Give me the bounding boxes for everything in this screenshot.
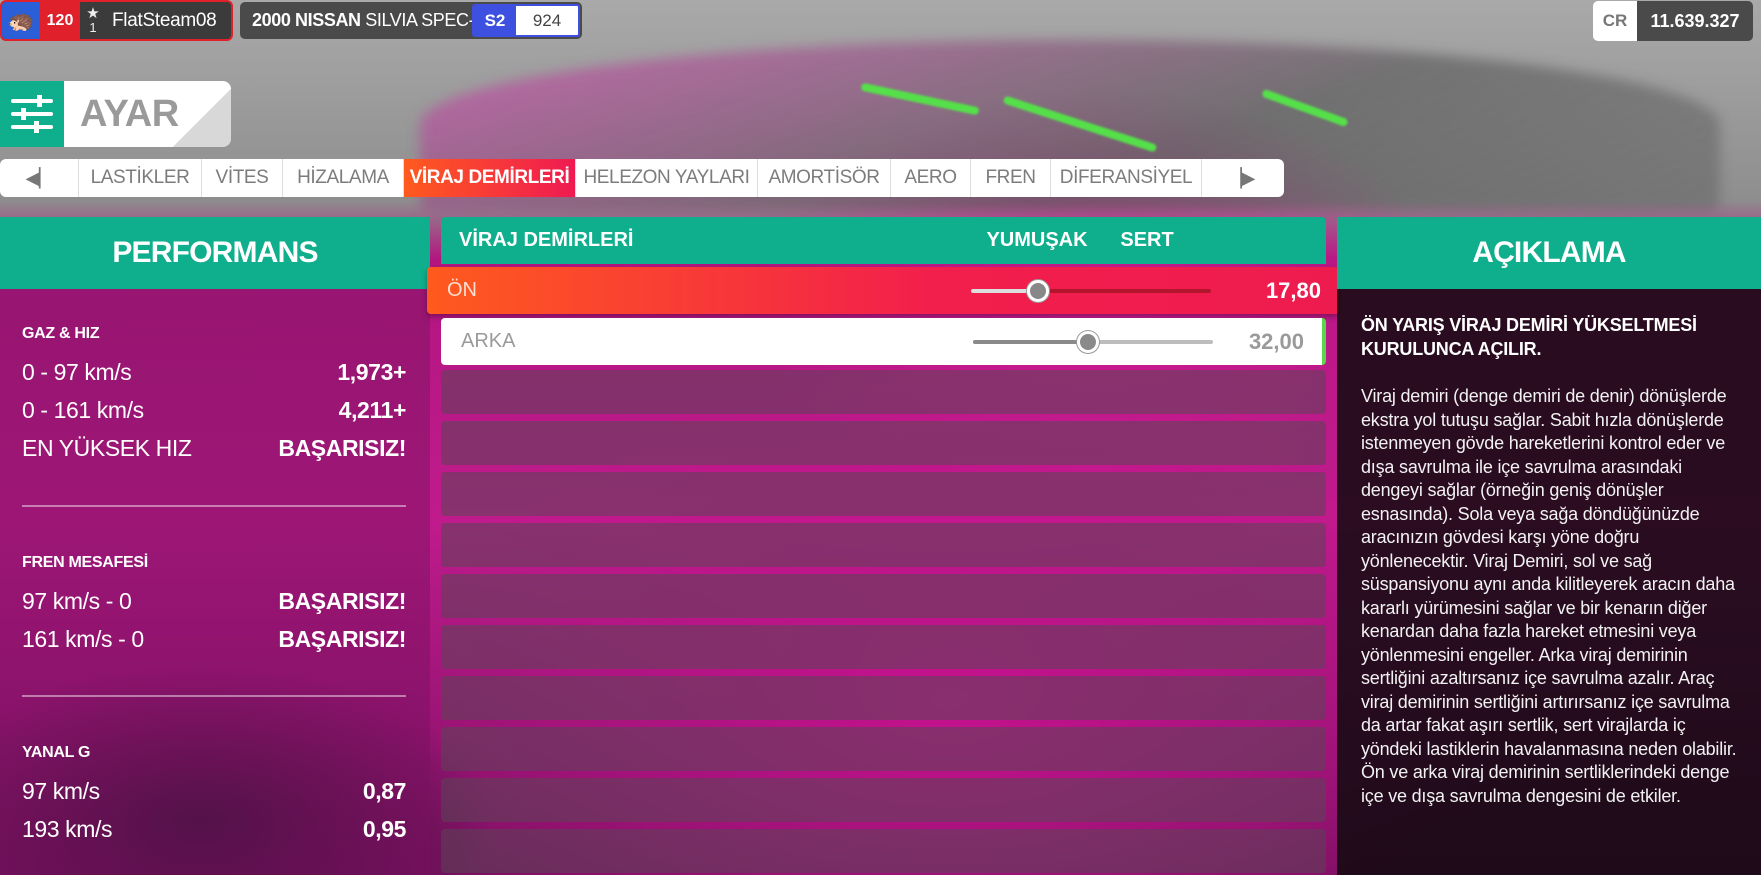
description-body: Viraj demiri (denge demiri de denir) dön… — [1361, 386, 1737, 806]
hard-label: SERT — [1120, 229, 1174, 251]
empty-setting-row — [441, 829, 1326, 873]
tab-aero[interactable]: AERO — [891, 159, 971, 197]
description-header: AÇIKLAMA — [1337, 217, 1761, 289]
performance-header: PERFORMANS — [0, 217, 430, 289]
stat-label: EN YÜKSEK HIZ — [22, 434, 192, 461]
performance-class-badge: S2 924 — [472, 4, 580, 37]
stat-label: 161 km/s - 0 — [22, 625, 144, 652]
stat-row: 97 km/s 0,87 — [22, 772, 406, 810]
page-title: AYAR — [64, 81, 231, 147]
previous-tab-icon[interactable]: ◀▏ — [0, 159, 79, 197]
tuning-tabs: ◀▏ LASTİKLER VİTES HİZALAMA VİRAJ DEMİRL… — [0, 159, 1284, 197]
front-slider[interactable] — [971, 279, 1211, 302]
empty-setting-row — [441, 574, 1326, 618]
empty-setting-row — [441, 676, 1326, 720]
tab-alignment[interactable]: HİZALAMA — [283, 159, 404, 197]
stat-label: 97 km/s — [22, 777, 100, 804]
setting-value: 17,80 — [1265, 277, 1321, 303]
tab-differential[interactable]: DİFERANSİYEL — [1051, 159, 1202, 197]
setting-value: 32,00 — [1248, 328, 1304, 354]
car-model: SILVIA SPEC-R — [365, 10, 472, 30]
car-info-bar: 2000 NISSAN SILVIA SPEC-R S2 924 — [240, 2, 582, 39]
empty-setting-row — [441, 421, 1326, 465]
setting-label: ARKA — [461, 330, 516, 352]
empty-setting-row — [441, 523, 1326, 567]
soft-label: YUMUŞAK — [986, 229, 1088, 251]
description-heading: ÖN YARIŞ VİRAJ DEMİRİ YÜKSELTMESİ KURULU… — [1361, 315, 1697, 359]
tab-brake[interactable]: FREN — [971, 159, 1051, 197]
tab-springs[interactable]: HELEZON YAYLARI — [576, 159, 758, 197]
rear-slider[interactable] — [973, 330, 1213, 353]
stat-label: 0 - 97 km/s — [22, 358, 132, 385]
player-avatar-icon: 🦔 — [2, 2, 40, 39]
performance-panel: GAZ & HIZ 0 - 97 km/s 1,973+ 0 - 161 km/s… — [0, 289, 430, 875]
stat-value: BAŞARISIZ! — [278, 587, 406, 614]
divider — [22, 505, 406, 507]
car-class: S2 — [474, 6, 516, 35]
car-pi: 924 — [516, 6, 578, 35]
empty-setting-row — [441, 778, 1326, 822]
slider-knob[interactable] — [1027, 279, 1050, 302]
section-title: FREN MESAFESİ — [22, 554, 148, 571]
page-header: AYAR — [0, 81, 231, 147]
stat-value: 1,973+ — [337, 358, 406, 385]
star-rank-icon: ★ 1 — [80, 6, 106, 35]
stat-row: 161 km/s - 0 BAŞARISIZ! — [22, 620, 406, 658]
empty-setting-row — [441, 727, 1326, 771]
empty-setting-row — [441, 472, 1326, 516]
tab-tires[interactable]: LASTİKLER — [79, 159, 202, 197]
player-badge[interactable]: 🦔 120 ★ 1 FlatSteam08 — [0, 0, 233, 41]
tab-damping[interactable]: AMORTİSÖR — [758, 159, 891, 197]
settings-title: VİRAJ DEMİRLERİ — [459, 229, 634, 251]
stat-row: EN YÜKSEK HIZ BAŞARISIZ! — [22, 429, 406, 467]
section-title: YANAL G — [22, 744, 91, 761]
car-year-make: 2000 NISSAN — [252, 10, 361, 30]
empty-setting-row — [441, 625, 1326, 669]
slider-fill — [973, 339, 1089, 344]
car-name: 2000 NISSAN SILVIA SPEC-R — [240, 10, 472, 31]
stat-value: 4,211+ — [338, 396, 407, 423]
credits-display: CR 11.639.327 — [1593, 1, 1753, 41]
stat-label: 97 km/s - 0 — [22, 587, 132, 614]
stat-value: 0,95 — [362, 815, 407, 842]
tab-gearing[interactable]: VİTES — [202, 159, 283, 197]
performance-section-acceleration: GAZ & HIZ 0 - 97 km/s 1,973+ 0 - 161 km/s… — [22, 325, 406, 467]
stat-value: 0,87 — [362, 777, 407, 804]
stat-row: 193 km/s 0,95 — [22, 810, 406, 848]
slider-knob[interactable] — [1077, 330, 1100, 353]
section-title: GAZ & HIZ — [22, 325, 100, 342]
setting-row-front[interactable]: ÖN 17,80 — [427, 267, 1339, 314]
stat-value: BAŞARISIZ! — [278, 434, 406, 461]
stat-label: 0 - 161 km/s — [22, 396, 144, 423]
player-rank: 1 — [89, 19, 97, 35]
stat-row: 0 - 97 km/s 1,973+ — [22, 353, 406, 391]
stat-row: 0 - 161 km/s 4,211+ — [22, 391, 406, 429]
credits-value: 11.639.327 — [1637, 1, 1753, 41]
settings-header: VİRAJ DEMİRLERİ YUMUŞAK SERT — [441, 217, 1326, 264]
description-panel: ÖN YARIŞ VİRAJ DEMİRİ YÜKSELTMESİ KURULU… — [1337, 289, 1761, 875]
stat-label: 193 km/s — [22, 815, 113, 842]
setting-label: ÖN — [447, 279, 477, 301]
next-tab-icon[interactable]: ▕▶ — [1202, 159, 1281, 197]
performance-section-braking: FREN MESAFESİ 97 km/s - 0 BAŞARISIZ! 161 … — [22, 554, 406, 658]
setting-row-rear[interactable]: ARKA 32,00 — [441, 318, 1326, 365]
performance-section-lateral-g: YANAL G 97 km/s 0,87 193 km/s 0,95 — [22, 744, 406, 848]
credits-label: CR — [1593, 1, 1637, 41]
stat-row: 97 km/s - 0 BAŞARISIZ! — [22, 582, 406, 620]
gamertag: FlatSteam08 — [112, 9, 217, 31]
player-level: 120 — [40, 2, 80, 39]
empty-setting-row — [441, 370, 1326, 414]
tab-antiroll-bars[interactable]: VİRAJ DEMİRLERİ — [404, 159, 576, 197]
stat-value: BAŞARISIZ! — [278, 625, 406, 652]
tuning-sliders-icon — [0, 81, 64, 147]
divider — [22, 695, 406, 697]
